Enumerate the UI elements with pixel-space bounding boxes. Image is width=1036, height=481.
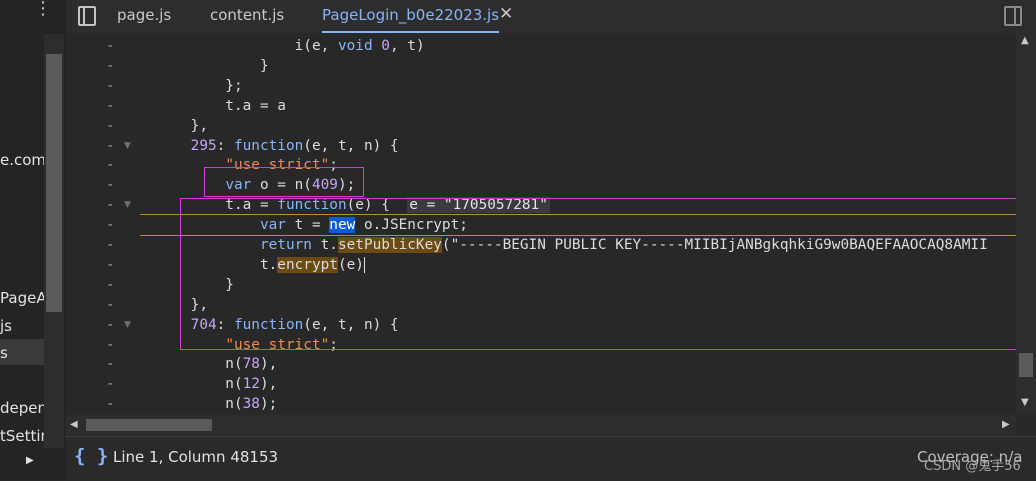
fold-arrow-icon[interactable]: ▼ [124, 315, 131, 335]
tab-content-js[interactable]: content.js [210, 0, 284, 33]
line-gutter-marker[interactable]: - [106, 76, 116, 96]
highlight-box [180, 198, 1016, 350]
toggle-navigator-icon[interactable] [78, 6, 96, 26]
navigator-scroll-thumb[interactable] [46, 54, 62, 312]
line-gutter-marker[interactable]: - [106, 116, 116, 136]
toggle-debugger-icon[interactable] [1004, 6, 1022, 26]
line-gutter-marker[interactable]: - [106, 96, 116, 116]
fold-arrow-icon[interactable]: ▼ [124, 136, 131, 156]
pretty-print-icon[interactable]: { } [74, 445, 108, 467]
navigator-item[interactable]: PageA [0, 289, 47, 307]
line-gutter-marker[interactable]: - [106, 136, 116, 156]
line-gutter-marker[interactable]: - [106, 335, 116, 355]
watermark: CSDN @鬼手56 [924, 459, 1021, 474]
navigator-item[interactable]: e.com [0, 151, 46, 169]
code-text: }, [156, 117, 208, 134]
code-line[interactable]: - }; [66, 76, 1016, 96]
code-text: n(38); [156, 396, 278, 413]
line-gutter-marker[interactable]: - [106, 295, 116, 315]
cursor-position: Line 1, Column 48153 [113, 448, 279, 466]
triangle-right-icon[interactable]: ▶ [26, 455, 34, 466]
scroll-left-icon[interactable]: ◀ [70, 419, 78, 430]
code-line[interactable]: - }, [66, 116, 1016, 136]
editor-tab-bar: page.js content.js PageLogin_b0e22023.js… [66, 0, 1036, 34]
scroll-right-icon[interactable]: ▶ [1002, 419, 1010, 430]
line-gutter-marker[interactable]: - [106, 354, 116, 374]
line-gutter-marker[interactable]: - [106, 235, 116, 255]
code-line[interactable]: - } [66, 56, 1016, 76]
tab-page-js[interactable]: page.js [117, 0, 171, 33]
kebab-icon[interactable]: ⋮ [34, 0, 52, 26]
code-line[interactable]: - n(78), [66, 354, 1016, 374]
code-line[interactable]: - n(12), [66, 374, 1016, 394]
line-gutter-marker[interactable]: - [106, 275, 116, 295]
code-text: i(e, void 0, t) [156, 38, 425, 54]
highlight-box [204, 167, 364, 197]
tab-pagelogin-js[interactable]: PageLogin_b0e22023.js [322, 0, 500, 33]
navigator-item[interactable]: js [0, 317, 12, 335]
line-gutter-marker[interactable]: - [106, 155, 116, 175]
code-text: 295: function(e, t, n) { [190, 137, 399, 154]
navigator-item[interactable]: depen [0, 399, 47, 417]
line-gutter-marker[interactable]: - [106, 394, 116, 414]
editor-horizontal-scrollbar[interactable]: ◀ ▶ [66, 415, 1016, 435]
line-gutter-marker[interactable]: - [106, 195, 116, 215]
line-gutter-marker[interactable]: - [106, 374, 116, 394]
code-line[interactable]: - i(e, void 0, t) [66, 36, 1016, 56]
line-gutter-marker[interactable]: - [106, 56, 116, 76]
code-line[interactable]: - t.a = a [66, 96, 1016, 116]
code-text: }; [156, 77, 243, 94]
close-icon[interactable]: ✕ [499, 4, 513, 24]
line-gutter-marker[interactable]: - [106, 315, 116, 335]
code-line[interactable]: - ▼ 295: function(e, t, n) { [66, 136, 1016, 156]
horizontal-scroll-thumb[interactable] [86, 419, 212, 431]
editor-vertical-scrollbar[interactable]: ▲ ▼ [1016, 33, 1036, 415]
code-editor[interactable]: - i(e, void 0, t) - } - }; - t.a = a- }, - ▼ … [66, 33, 1016, 415]
code-line[interactable]: - n(38); [66, 394, 1016, 414]
code-text: t.a = a [156, 97, 286, 114]
navigator-item[interactable]: s [0, 344, 8, 362]
line-gutter-marker[interactable]: - [106, 215, 116, 235]
line-gutter-marker[interactable]: - [106, 36, 116, 56]
fold-arrow-icon[interactable]: ▼ [124, 195, 131, 215]
status-bar: { } Line 1, Column 48153 Coverage: n/a C… [66, 436, 1036, 481]
file-navigator-panel: ⋮ e.com PageA js s depen tSettin ▶ [0, 0, 67, 480]
line-gutter-marker[interactable]: - [106, 255, 116, 275]
code-text: n(12), [156, 376, 278, 393]
code-text: } [156, 57, 269, 74]
navigator-item[interactable]: tSettin [0, 427, 50, 445]
vertical-scroll-thumb[interactable] [1019, 353, 1033, 377]
scroll-down-icon[interactable]: ▼ [1021, 397, 1029, 408]
scroll-up-icon[interactable]: ▲ [1021, 35, 1029, 46]
code-text: n(78), [156, 356, 278, 373]
line-gutter-marker[interactable]: - [106, 175, 116, 195]
